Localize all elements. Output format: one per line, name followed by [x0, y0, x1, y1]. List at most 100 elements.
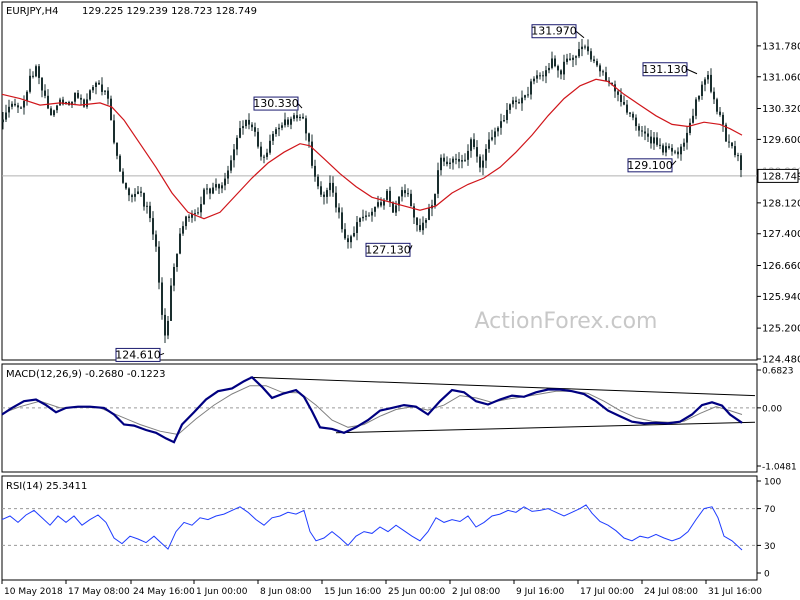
candle-body	[95, 82, 97, 87]
candle-body	[539, 75, 541, 77]
candle-body	[515, 100, 517, 102]
time-tick-label: 17 Jul 00:00	[580, 587, 634, 597]
candle-body	[425, 219, 427, 223]
annotation-label: 129.100	[627, 159, 673, 172]
candle-body	[230, 160, 232, 171]
candle-body	[416, 217, 418, 226]
candle-body	[686, 132, 688, 143]
time-tick-label: 2 Jul 08:00	[452, 587, 501, 597]
candle-body	[149, 205, 151, 219]
candle-body	[101, 84, 103, 92]
candle-body	[518, 102, 520, 104]
candle-body	[659, 144, 661, 146]
candle-body	[14, 103, 16, 106]
candle-body	[296, 115, 298, 119]
candle-body	[320, 186, 322, 195]
candle-body	[47, 95, 49, 109]
candle-body	[11, 103, 13, 107]
candle-body	[182, 226, 184, 234]
candle-body	[626, 104, 628, 113]
candle-body	[272, 133, 274, 141]
candle-body	[227, 170, 229, 179]
candle-body	[77, 92, 79, 98]
candle-body	[668, 146, 670, 148]
price-tick-label: 131.780	[762, 41, 800, 52]
rsi-title: RSI(14) 25.3411	[6, 481, 87, 492]
candle-body	[587, 46, 589, 52]
candle-body	[638, 126, 640, 131]
candle-body	[440, 157, 442, 171]
candle-body	[716, 99, 718, 112]
candle-body	[152, 218, 154, 235]
candle-body	[50, 108, 52, 116]
candle-body	[134, 194, 136, 197]
price-title: EURJPY,H4	[6, 6, 59, 17]
candle-body	[161, 282, 163, 315]
candle-body	[260, 146, 262, 157]
candle-body	[8, 106, 10, 113]
candle-body	[254, 127, 256, 132]
candle-body	[542, 75, 544, 77]
candle-body	[635, 117, 637, 127]
candle-body	[623, 102, 625, 105]
candle-body	[503, 120, 505, 122]
candle-body	[701, 84, 703, 96]
candle-body	[119, 155, 121, 172]
candle-body	[605, 72, 607, 81]
candle-body	[629, 112, 631, 114]
candle-body	[683, 142, 685, 147]
candle-body	[359, 218, 361, 222]
candle-body	[281, 125, 283, 128]
candle-body	[590, 51, 592, 60]
candle-body	[344, 229, 346, 239]
candle-body	[200, 204, 202, 213]
candle-body	[278, 127, 280, 130]
candle-body	[110, 98, 112, 121]
candle-body	[179, 233, 181, 254]
candle-body	[2, 119, 4, 123]
candle-body	[122, 171, 124, 183]
candle-body	[188, 216, 190, 218]
candle-body	[17, 105, 19, 108]
candle-body	[32, 75, 34, 77]
candle-body	[419, 225, 421, 231]
candle-body	[368, 215, 370, 217]
candle-body	[410, 193, 412, 207]
candle-body	[104, 90, 106, 92]
candle-body	[212, 187, 214, 194]
candle-body	[206, 188, 208, 190]
candle-body	[524, 95, 526, 98]
rsi-tick-label: 100	[764, 478, 781, 488]
candle-body	[395, 205, 397, 213]
candle-body	[239, 128, 241, 138]
candle-body	[386, 190, 388, 200]
macd-tick-label: 0.6823	[762, 367, 794, 377]
candle-body	[578, 49, 580, 57]
time-tick-label: 9 Jul 16:00	[516, 587, 565, 597]
candle-body	[374, 206, 376, 212]
candle-body	[362, 216, 364, 219]
candle-body	[248, 119, 250, 125]
candle-body	[563, 61, 565, 75]
candle-body	[437, 170, 439, 194]
candle-body	[734, 146, 736, 156]
candle-body	[644, 131, 646, 134]
candle-body	[434, 193, 436, 206]
candle-body	[488, 139, 490, 149]
candle-body	[467, 150, 469, 160]
time-tick-label: 1 Jun 00:00	[196, 587, 248, 597]
candle-body	[545, 70, 547, 77]
candle-body	[698, 96, 700, 100]
chart-canvas: ActionForex.com EURJPY,H4 129.225 129.23…	[0, 0, 800, 600]
candle-body	[44, 90, 46, 96]
candle-body	[584, 46, 586, 48]
annotation-label: 131.130	[642, 63, 688, 76]
candle-body	[56, 105, 58, 111]
candle-body	[458, 159, 460, 162]
chart-background	[0, 0, 800, 600]
candle-body	[632, 113, 634, 118]
candle-body	[560, 70, 562, 75]
macd-tick-label: -1.0481	[762, 463, 797, 473]
time-tick-label: 25 Jun 00:00	[388, 587, 445, 597]
candle-body	[293, 115, 295, 119]
